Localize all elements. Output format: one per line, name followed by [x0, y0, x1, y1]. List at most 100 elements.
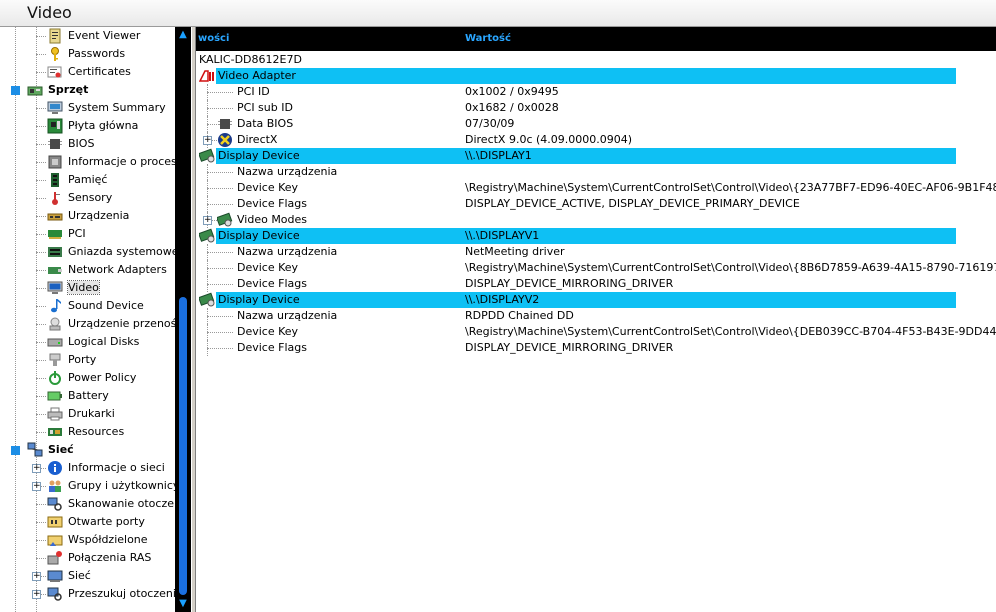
detail-group-row[interactable]: Display Device \\.\DISPLAY1 — [196, 148, 996, 164]
tree-item[interactable]: Drukarki — [0, 405, 175, 423]
tree-expander-expand[interactable]: + — [32, 590, 41, 599]
detail-row[interactable]: Nazwa urządzenia NetMeeting driver — [196, 244, 996, 260]
tree-item[interactable]: + Informacje o sieci — [0, 459, 175, 477]
tree-item[interactable]: + Przeszukuj otoczenie s — [0, 585, 175, 603]
detail-row[interactable]: Device Key \Registry\Machine\System\Curre… — [196, 180, 996, 196]
detail-expander-expand[interactable]: + — [203, 136, 212, 145]
tree-item[interactable]: Event Viewer — [0, 27, 175, 45]
memory-icon — [47, 172, 63, 188]
power-icon — [47, 370, 63, 386]
detail-group-row[interactable]: Display Device \\.\DISPLAYV1 — [196, 228, 996, 244]
disk-icon — [47, 334, 63, 350]
tree-branch-line — [36, 72, 46, 73]
detail-row[interactable]: + DirectX DirectX 9.0c (4.09.0000.0904) — [196, 132, 996, 148]
scroll-up-button[interactable]: ▲ — [175, 27, 191, 43]
tree-item[interactable]: Urządzenia — [0, 207, 175, 225]
tree-item[interactable]: PCI — [0, 225, 175, 243]
tree-branch-line — [36, 432, 46, 433]
tree-item[interactable]: Informacje o procesor — [0, 153, 175, 171]
tree-item[interactable]: Resources — [0, 423, 175, 441]
detail-row[interactable]: Nazwa urządzenia RDPDD Chained DD — [196, 308, 996, 324]
tree-item-label: Urządzenie przenośne — [68, 317, 175, 330]
tree-item[interactable]: Otwarte porty — [0, 513, 175, 531]
tree-item[interactable]: Video — [0, 279, 175, 297]
detail-row[interactable]: KALIC-DD8612E7D — [196, 52, 996, 68]
detail-field-label: Display Device — [218, 229, 300, 242]
detail-field-label: Nazwa urządzenia — [237, 309, 338, 322]
detail-row[interactable]: Device Flags DISPLAY_DEVICE_MIRRORING_DRI… — [196, 340, 996, 356]
detail-row[interactable]: Device Flags DISPLAY_DEVICE_ACTIVE, DISPL… — [196, 196, 996, 212]
detail-row[interactable]: PCI ID 0x1002 / 0x9495 — [196, 84, 996, 100]
detail-field-value: \\.\DISPLAYV2 — [465, 293, 540, 306]
tree-item[interactable]: Sensory — [0, 189, 175, 207]
tree-item[interactable]: Battery — [0, 387, 175, 405]
detail-field-label: PCI sub ID — [237, 101, 293, 114]
detail-group-row[interactable]: Video Adapter — [196, 68, 996, 84]
tree-item[interactable]: System Summary — [0, 99, 175, 117]
window-title: Video — [27, 3, 72, 22]
detail-row[interactable]: Device Key \Registry\Machine\System\Curre… — [196, 324, 996, 340]
tree-item[interactable]: Sprzęt — [0, 81, 175, 99]
tree-item[interactable]: Porty — [0, 351, 175, 369]
tree-item[interactable]: Płyta główna — [0, 117, 175, 135]
tree-item[interactable]: Power Policy — [0, 369, 175, 387]
tree-expander-expand[interactable]: + — [32, 572, 41, 581]
tree-item[interactable]: Gniazda systemowe — [0, 243, 175, 261]
tree-item[interactable]: Urządzenie przenośne — [0, 315, 175, 333]
tree-item[interactable]: Skanowanie otoczenia — [0, 495, 175, 513]
detail-row[interactable]: Device Flags DISPLAY_DEVICE_MIRRORING_DRI… — [196, 276, 996, 292]
scroll-down-button[interactable]: ▼ — [175, 596, 191, 612]
tree-item[interactable]: + Grupy i użytkownicy — [0, 477, 175, 495]
detail-row[interactable]: Data BIOS 07/30/09 — [196, 116, 996, 132]
tree-item[interactable]: Sound Device — [0, 297, 175, 315]
display-device-icon — [198, 148, 215, 164]
tree-item[interactable]: Sieć — [0, 441, 175, 459]
cpu-icon — [47, 154, 63, 170]
display-device-icon — [198, 228, 215, 244]
column-header-value[interactable]: Wartość — [465, 33, 511, 44]
tree-item-label: Urządzenia — [68, 209, 130, 222]
tree-item[interactable]: Network Adapters — [0, 261, 175, 279]
detail-row[interactable]: Device Key \Registry\Machine\System\Curre… — [196, 260, 996, 276]
tree-branch-line — [36, 108, 46, 109]
detail-expander-expand[interactable]: + — [203, 216, 212, 225]
detail-field-label: PCI ID — [237, 85, 270, 98]
tree-item-label: Drukarki — [68, 407, 115, 420]
detail-branch-line — [207, 268, 233, 269]
detail-field-label: DirectX — [237, 133, 278, 146]
tree-scrollbar[interactable]: ▲ ▼ — [175, 27, 191, 612]
detail-panel: wości Wartość KALIC-DD8612E7D Video Adapt… — [196, 27, 996, 612]
column-header-field[interactable]: wości — [198, 33, 229, 44]
detail-row[interactable]: PCI sub ID 0x1682 / 0x0028 — [196, 100, 996, 116]
detail-branch-line — [207, 92, 233, 93]
tree-item-label: PCI — [68, 227, 86, 240]
detail-group-row[interactable]: Display Device \\.\DISPLAYV2 — [196, 292, 996, 308]
scroll-thumb[interactable] — [179, 297, 187, 595]
tree-item[interactable]: Współdzielone — [0, 531, 175, 549]
tree-expander-expand[interactable]: + — [32, 464, 41, 473]
detail-branch-line — [207, 204, 233, 205]
detail-row[interactable]: + Video Modes — [196, 212, 996, 228]
tree-item-label: Połączenia RAS — [68, 551, 152, 564]
tree-item[interactable]: BIOS — [0, 135, 175, 153]
tree-item-label: Otwarte porty — [68, 515, 145, 528]
tree-item[interactable]: Połączenia RAS — [0, 549, 175, 567]
navigation-tree[interactable]: Event Viewer Passwords Certificates Sprzęt S… — [0, 27, 175, 612]
detail-connector-line — [207, 180, 208, 196]
tree-branch-line — [36, 126, 46, 127]
tree-expander-collapse[interactable] — [11, 86, 20, 95]
tree-item-label: Informacje o sieci — [68, 461, 165, 474]
tree-item[interactable]: Pamięć — [0, 171, 175, 189]
tree-expander-expand[interactable]: + — [32, 482, 41, 491]
tree-item[interactable]: Passwords — [0, 45, 175, 63]
tree-item[interactable]: Logical Disks — [0, 333, 175, 351]
open-ports-icon — [47, 514, 63, 530]
event-viewer-icon — [47, 28, 63, 44]
tree-expander-collapse[interactable] — [11, 446, 20, 455]
info-icon — [47, 460, 63, 476]
users-icon — [47, 478, 63, 494]
tree-branch-line — [36, 144, 46, 145]
tree-item[interactable]: Certificates — [0, 63, 175, 81]
detail-row[interactable]: Nazwa urządzenia — [196, 164, 996, 180]
tree-item[interactable]: + Sieć — [0, 567, 175, 585]
